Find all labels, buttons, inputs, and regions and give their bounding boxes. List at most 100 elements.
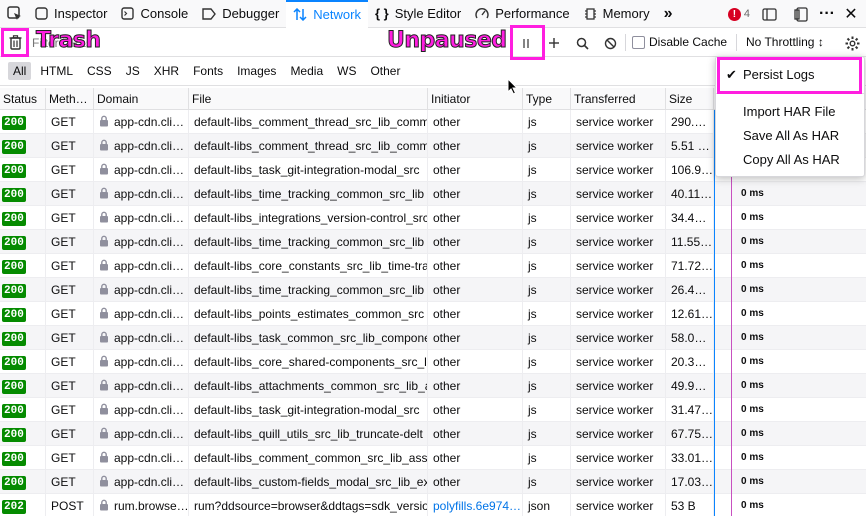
type-text: js xyxy=(528,259,537,273)
column-header-transferred[interactable]: Transferred xyxy=(571,88,666,110)
cell-method: POST xyxy=(46,494,94,516)
cell-status: 200 xyxy=(0,182,46,206)
tab-console[interactable]: Console xyxy=(114,0,195,28)
table-row[interactable]: 200 GET app-cdn.cli… default-libs_task_comm… xyxy=(0,326,866,350)
domain-text: app-cdn.cli… xyxy=(114,379,185,393)
cell-status: 200 xyxy=(0,278,46,302)
table-row[interactable]: 200 GET app-cdn.cli… default-libs_attachmen… xyxy=(0,374,866,398)
cell-size: 20.3… xyxy=(666,350,714,374)
table-row[interactable]: 200 GET app-cdn.cli… default-libs_time_trac… xyxy=(0,278,866,302)
tab-memory[interactable]: Memory xyxy=(577,0,657,28)
unpaused-annotation-label: Unpaused xyxy=(387,28,508,54)
cell-domain: rum.browse… xyxy=(94,494,189,516)
lock-icon xyxy=(99,303,109,326)
more-options-icon[interactable]: ··· xyxy=(816,3,838,25)
column-header-file[interactable]: File xyxy=(189,88,428,110)
close-icon[interactable]: ✕ xyxy=(840,3,862,25)
column-header-type[interactable]: Type xyxy=(523,88,571,110)
initiator-text[interactable]: polyfills.6e974… xyxy=(433,499,521,513)
waterfall-timing-label: 0 ms xyxy=(741,284,764,295)
table-row[interactable]: 200 GET app-cdn.cli… default-libs_core_cons… xyxy=(0,254,866,278)
copy-har-menu-item[interactable]: Copy All As HAR xyxy=(716,149,864,171)
type-filter-html[interactable]: HTML xyxy=(35,62,78,80)
transferred-text: service worker xyxy=(576,115,654,129)
file-text: default-libs_time_tracking_common_src_li… xyxy=(194,283,425,297)
cell-size: 26.4… xyxy=(666,278,714,302)
table-row[interactable]: 202 POST rum.browse… rum?ddsource=browser&d… xyxy=(0,494,866,516)
type-filter-css[interactable]: CSS xyxy=(82,62,117,80)
tab-performance[interactable]: Performance xyxy=(468,0,576,28)
column-header-size[interactable]: Size xyxy=(666,88,714,110)
table-row[interactable]: 200 GET app-cdn.cli… default-libs_time_trac… xyxy=(0,230,866,254)
table-row[interactable]: 200 GET app-cdn.cli… default-libs_task_git-… xyxy=(0,398,866,422)
cell-domain: app-cdn.cli… xyxy=(94,374,189,398)
cell-domain: app-cdn.cli… xyxy=(94,470,189,494)
type-filter-js[interactable]: JS xyxy=(121,62,145,80)
cell-method: GET xyxy=(46,134,94,158)
cell-file: default-libs_task_common_src_lib_compone xyxy=(189,326,428,350)
type-filter-other[interactable]: Other xyxy=(365,62,405,80)
status-badge: 200 xyxy=(2,115,26,130)
table-row[interactable]: 200 GET app-cdn.cli… default-libs_quill_uti… xyxy=(0,422,866,446)
responsive-design-icon[interactable] xyxy=(758,3,780,25)
checkbox-box[interactable] xyxy=(632,35,645,49)
settings-gear-icon[interactable] xyxy=(841,32,863,54)
size-text: 49.9… xyxy=(671,379,707,393)
type-filter-fonts[interactable]: Fonts xyxy=(188,62,228,80)
method-text: GET xyxy=(51,451,76,465)
cell-file: default-libs_attachments_common_src_lib_… xyxy=(189,374,428,398)
status-badge: 200 xyxy=(2,259,26,274)
column-header-domain[interactable]: Domain xyxy=(94,88,189,110)
domain-text: app-cdn.cli… xyxy=(114,259,185,273)
error-count-badge[interactable]: ! 4 xyxy=(727,7,750,21)
cell-method: GET xyxy=(46,254,94,278)
cell-method: GET xyxy=(46,374,94,398)
cell-transferred: service worker xyxy=(571,182,666,206)
cell-status: 200 xyxy=(0,326,46,350)
status-badge: 200 xyxy=(2,451,26,466)
throttling-select[interactable]: No Throttling ↕ xyxy=(746,35,824,49)
waterfall-timing-label: 0 ms xyxy=(741,380,764,391)
table-row[interactable]: 200 GET app-cdn.cli… default-libs_custom-fi… xyxy=(0,470,866,494)
type-filter-xhr[interactable]: XHR xyxy=(149,62,184,80)
status-badge: 202 xyxy=(2,499,26,514)
cell-method: GET xyxy=(46,230,94,254)
type-text: js xyxy=(528,475,537,489)
lock-icon xyxy=(99,231,109,254)
block-requests-icon[interactable] xyxy=(599,32,621,54)
save-har-menu-item[interactable]: Save All As HAR xyxy=(716,125,864,147)
column-header-method[interactable]: Meth… xyxy=(46,88,94,110)
cell-initiator: other xyxy=(428,350,523,374)
element-picker-icon[interactable] xyxy=(0,0,28,28)
table-row[interactable]: 200 GET app-cdn.cli… default-libs_points_es… xyxy=(0,302,866,326)
search-icon[interactable] xyxy=(571,32,593,54)
type-filter-all[interactable]: All xyxy=(8,62,32,80)
tab-network[interactable]: Network xyxy=(286,0,368,28)
tab-style-editor[interactable]: { } Style Editor xyxy=(368,0,468,28)
tab-inspector[interactable]: Inspector xyxy=(28,0,114,28)
import-har-menu-item[interactable]: Import HAR File xyxy=(716,101,864,123)
dock-options-icon[interactable] xyxy=(790,3,812,25)
lock-icon xyxy=(99,447,109,470)
tab-label: Debugger xyxy=(222,6,280,21)
method-text: POST xyxy=(51,499,84,513)
add-blocking-icon[interactable] xyxy=(543,32,565,54)
cell-type: js xyxy=(523,302,571,326)
type-filter-images[interactable]: Images xyxy=(232,62,281,80)
table-row[interactable]: 200 GET app-cdn.cli… default-libs_integrati… xyxy=(0,206,866,230)
type-filter-ws[interactable]: WS xyxy=(332,62,361,80)
type-filter-media[interactable]: Media xyxy=(285,62,328,80)
table-row[interactable]: 200 GET app-cdn.cli… default-libs_comment_c… xyxy=(0,446,866,470)
lock-icon xyxy=(99,423,109,446)
table-row[interactable]: 200 GET app-cdn.cli… default-libs_core_shar… xyxy=(0,350,866,374)
more-tabs-icon[interactable]: » xyxy=(657,0,680,28)
table-row[interactable]: 200 GET app-cdn.cli… default-libs_time_trac… xyxy=(0,182,866,206)
devtools-tab-bar: Inspector Console Debugger Network { } Style … xyxy=(0,0,866,28)
file-text: default-libs_task_common_src_lib_compone xyxy=(194,331,428,345)
lock-icon xyxy=(99,495,109,516)
tab-debugger[interactable]: Debugger xyxy=(195,0,286,28)
cell-initiator: other xyxy=(428,182,523,206)
cell-initiator: other xyxy=(428,302,523,326)
disable-cache-checkbox[interactable]: Disable Cache xyxy=(632,35,727,49)
column-header-status[interactable]: Status xyxy=(0,88,46,110)
